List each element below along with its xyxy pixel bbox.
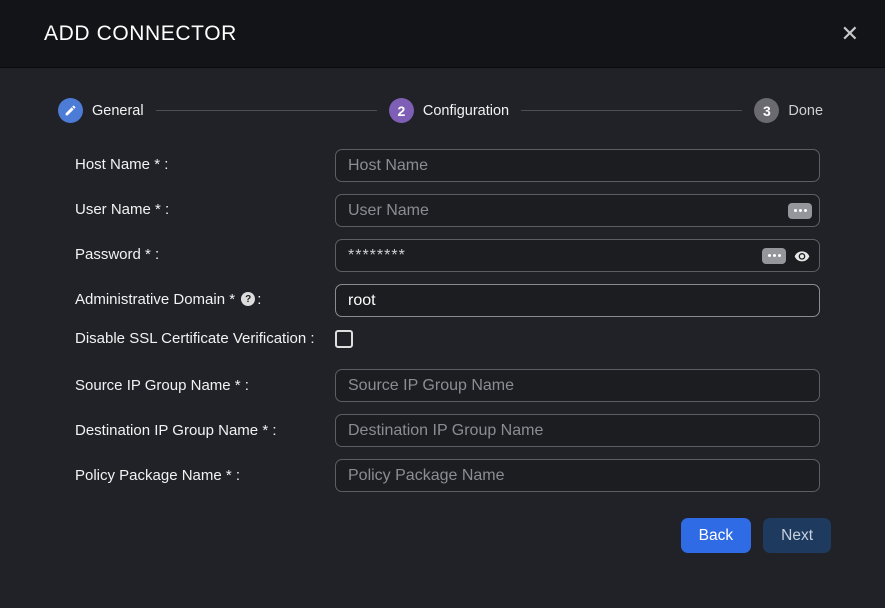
user-name-input[interactable]	[335, 194, 820, 227]
form-row: Source IP Group Name * :	[75, 369, 820, 402]
step-general-label: General	[92, 103, 144, 119]
wizard-stepper: General 2 Configuration 3 Done	[0, 68, 885, 123]
modal-footer: Back Next	[0, 504, 885, 553]
connector-form: Host Name * : User Name * : Password * :…	[0, 123, 885, 492]
close-icon[interactable]: ✕	[841, 23, 859, 45]
ellipsis-icon[interactable]	[788, 203, 812, 219]
step-done: 3 Done	[754, 98, 823, 123]
policy-package-label: Policy Package Name * :	[75, 466, 335, 486]
stepper-line	[521, 110, 742, 111]
pencil-icon	[58, 98, 83, 123]
password-label: Password * :	[75, 245, 335, 265]
admin-domain-colon: :	[257, 291, 261, 308]
help-icon[interactable]: ?	[241, 292, 255, 306]
form-row: Password * :	[75, 239, 820, 272]
ssl-verification-label: Disable SSL Certificate Verification :	[75, 329, 335, 349]
host-name-label: Host Name * :	[75, 155, 335, 175]
source-ip-group-input[interactable]	[335, 369, 820, 402]
step-done-number: 3	[754, 98, 779, 123]
destination-ip-group-label: Destination IP Group Name * :	[75, 421, 335, 441]
user-name-label: User Name * :	[75, 200, 335, 220]
host-name-input[interactable]	[335, 149, 820, 182]
form-row: Destination IP Group Name * :	[75, 414, 820, 447]
admin-domain-label-text: Administrative Domain *	[75, 291, 235, 308]
password-input[interactable]	[335, 239, 820, 272]
step-configuration-label: Configuration	[423, 103, 509, 119]
form-row: Disable SSL Certificate Verification :	[75, 329, 820, 349]
step-done-label: Done	[788, 103, 823, 119]
step-configuration-number: 2	[389, 98, 414, 123]
form-row: User Name * :	[75, 194, 820, 227]
admin-domain-input[interactable]	[335, 284, 820, 317]
eye-icon[interactable]	[791, 247, 813, 265]
admin-domain-label: Administrative Domain * ?:	[75, 290, 335, 310]
stepper-line	[156, 110, 377, 111]
form-row: Host Name * :	[75, 149, 820, 182]
back-button[interactable]: Back	[681, 518, 751, 553]
ssl-verification-checkbox[interactable]	[335, 330, 353, 348]
destination-ip-group-input[interactable]	[335, 414, 820, 447]
step-general[interactable]: General	[58, 98, 144, 123]
form-row: Administrative Domain * ?:	[75, 284, 820, 317]
modal-header: ADD CONNECTOR ✕	[0, 0, 885, 68]
policy-package-input[interactable]	[335, 459, 820, 492]
form-row: Policy Package Name * :	[75, 459, 820, 492]
next-button[interactable]: Next	[763, 518, 831, 553]
ellipsis-icon[interactable]	[762, 248, 786, 264]
modal-title: ADD CONNECTOR	[44, 22, 237, 46]
source-ip-group-label: Source IP Group Name * :	[75, 376, 335, 396]
step-configuration: 2 Configuration	[389, 98, 509, 123]
